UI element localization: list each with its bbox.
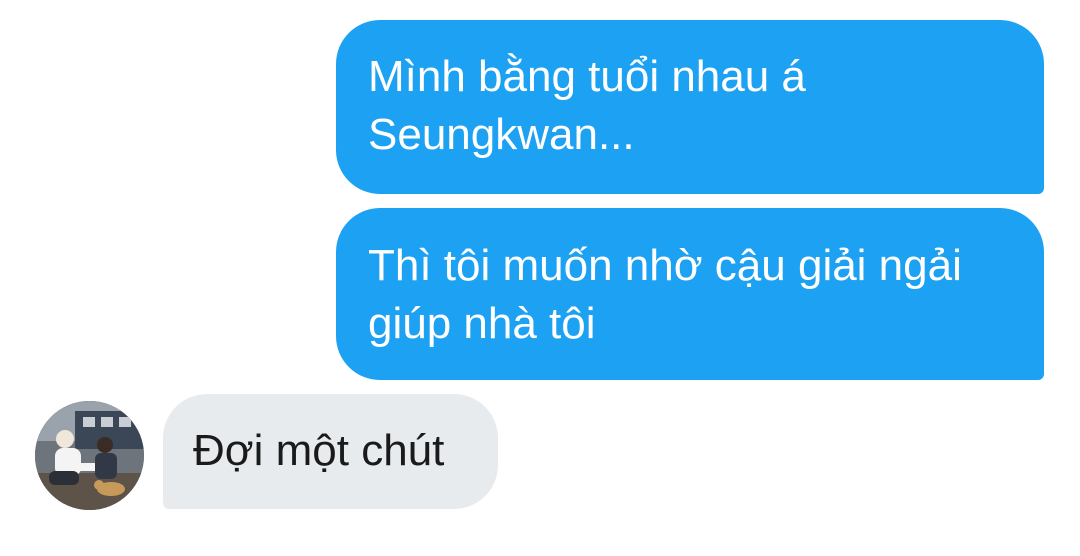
sent-message-bubble[interactable]: Thì tôi muốn nhờ cậu giải ngải giúp nhà …	[336, 208, 1044, 380]
sent-message-bubble[interactable]: Mình bằng tuổi nhau á Seungkwan...	[336, 20, 1044, 194]
received-message-bubble[interactable]: Đợi một chút	[163, 394, 498, 509]
sender-avatar[interactable]	[35, 401, 144, 510]
message-thread: Mình bằng tuổi nhau á Seungkwan... Thì t…	[0, 0, 1080, 556]
avatar-photo-icon	[35, 401, 144, 510]
